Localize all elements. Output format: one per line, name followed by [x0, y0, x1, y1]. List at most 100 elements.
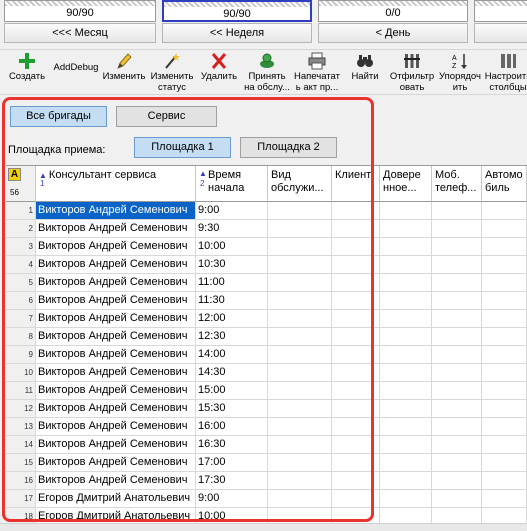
- grid-cell[interactable]: [380, 310, 432, 328]
- grid-cell[interactable]: [432, 256, 482, 274]
- grid-cell[interactable]: [332, 238, 380, 256]
- sort-button[interactable]: AZ Упорядоч ить: [438, 52, 482, 94]
- grid-cell[interactable]: [332, 382, 380, 400]
- grid-cell[interactable]: [380, 436, 432, 454]
- grid-cell[interactable]: [482, 364, 527, 382]
- grid-cell[interactable]: [432, 436, 482, 454]
- consultant-cell[interactable]: Викторов Андрей Семенович: [36, 382, 196, 400]
- start-time-cell[interactable]: 10:00: [196, 238, 268, 256]
- consultant-cell[interactable]: Викторов Андрей Семенович: [36, 238, 196, 256]
- grid-cell[interactable]: [380, 274, 432, 292]
- grid-cell[interactable]: [432, 292, 482, 310]
- grid-cell[interactable]: [380, 202, 432, 220]
- grid-cell[interactable]: [380, 454, 432, 472]
- grid-cell[interactable]: [268, 292, 332, 310]
- grid-cell[interactable]: [268, 472, 332, 490]
- grid-cell[interactable]: [332, 256, 380, 274]
- start-time-cell[interactable]: 12:00: [196, 310, 268, 328]
- grid-cell[interactable]: [268, 328, 332, 346]
- table-row[interactable]: 2 Викторов Андрей Семенович 9:30: [6, 220, 527, 238]
- consultant-cell[interactable]: Викторов Андрей Семенович: [36, 364, 196, 382]
- consultant-cell[interactable]: Викторов Андрей Семенович: [36, 274, 196, 292]
- grid-cell[interactable]: [482, 418, 527, 436]
- edit-button[interactable]: Изменить: [102, 52, 146, 94]
- grid-cell[interactable]: [432, 274, 482, 292]
- grid-cell[interactable]: [380, 238, 432, 256]
- consultant-cell[interactable]: Викторов Андрей Семенович: [36, 292, 196, 310]
- consultant-cell[interactable]: Викторов Андрей Семенович: [36, 418, 196, 436]
- grid-cell[interactable]: [268, 202, 332, 220]
- grid-cell[interactable]: [482, 472, 527, 490]
- add-debug-button[interactable]: AddDebug: [50, 52, 102, 94]
- grid-cell[interactable]: [482, 490, 527, 508]
- grid-cell[interactable]: [482, 274, 527, 292]
- grid-cell[interactable]: [268, 400, 332, 418]
- grid-cell[interactable]: [432, 310, 482, 328]
- consultant-cell[interactable]: Егоров Дмитрий Анатольевич: [36, 490, 196, 508]
- grid-cell[interactable]: [332, 292, 380, 310]
- grid-cell[interactable]: [380, 292, 432, 310]
- grid-cell[interactable]: [332, 364, 380, 382]
- column-header-consultant[interactable]: ▲ Консультант сервиса 1: [36, 166, 196, 202]
- grid-cell[interactable]: [380, 364, 432, 382]
- prev-day-button[interactable]: < День: [318, 23, 468, 43]
- delete-button[interactable]: Удалить: [198, 52, 240, 94]
- grid-cell[interactable]: [380, 418, 432, 436]
- grid-cell[interactable]: [332, 454, 380, 472]
- accept-service-button[interactable]: Принять на обслу...: [242, 52, 292, 94]
- filter-button[interactable]: Отфильтр овать: [388, 52, 436, 94]
- grid-cell[interactable]: [482, 238, 527, 256]
- table-row[interactable]: 4 Викторов Андрей Семенович 10:30: [6, 256, 527, 274]
- grid-cell[interactable]: [332, 274, 380, 292]
- table-row[interactable]: 17 Егоров Дмитрий Анатольевич 9:00: [6, 490, 527, 508]
- consultant-cell[interactable]: Викторов Андрей Семенович: [36, 454, 196, 472]
- grid-cell[interactable]: [432, 346, 482, 364]
- grid-cell[interactable]: [482, 346, 527, 364]
- grid-cell[interactable]: [268, 382, 332, 400]
- table-row[interactable]: 7 Викторов Андрей Семенович 12:00: [6, 310, 527, 328]
- grid-cell[interactable]: [380, 490, 432, 508]
- grid-cell[interactable]: [482, 202, 527, 220]
- prev-month-button[interactable]: <<< Месяц: [4, 23, 156, 43]
- platform-2-button[interactable]: Площадка 2: [240, 137, 337, 158]
- start-time-cell[interactable]: 11:30: [196, 292, 268, 310]
- grid-cell[interactable]: [482, 436, 527, 454]
- grid-cell[interactable]: [332, 490, 380, 508]
- nav-extra-button[interactable]: [474, 23, 527, 43]
- grid-cell[interactable]: [332, 472, 380, 490]
- start-time-cell[interactable]: 9:00: [196, 202, 268, 220]
- grid-cell[interactable]: [268, 436, 332, 454]
- change-status-button[interactable]: Изменить статус: [148, 52, 196, 94]
- tab-all-brigades[interactable]: Все бригады: [10, 106, 107, 127]
- start-time-cell[interactable]: 10:30: [196, 256, 268, 274]
- table-row[interactable]: 5 Викторов Андрей Семенович 11:00: [6, 274, 527, 292]
- horizontal-scrollbar[interactable]: [0, 523, 527, 531]
- grid-cell[interactable]: [482, 454, 527, 472]
- start-time-cell[interactable]: 11:00: [196, 274, 268, 292]
- column-header-start-time[interactable]: Время начала ▲ 2: [196, 166, 268, 202]
- grid-cell[interactable]: [432, 364, 482, 382]
- grid-cell[interactable]: [432, 328, 482, 346]
- column-header-trusted[interactable]: Довере нное...: [380, 166, 432, 202]
- start-time-cell[interactable]: 17:30: [196, 472, 268, 490]
- table-row[interactable]: 3 Викторов Андрей Семенович 10:00: [6, 238, 527, 256]
- grid-cell[interactable]: [380, 220, 432, 238]
- table-row[interactable]: 6 Викторов Андрей Семенович 11:30: [6, 292, 527, 310]
- find-button[interactable]: Найти: [344, 52, 386, 94]
- configure-columns-button[interactable]: Настроить столбцы: [484, 52, 527, 94]
- start-time-cell[interactable]: 9:30: [196, 220, 268, 238]
- print-act-button[interactable]: Напечатат ь акт пр...: [292, 52, 342, 94]
- tab-service[interactable]: Сервис: [116, 106, 217, 127]
- grid-cell[interactable]: [268, 238, 332, 256]
- start-time-cell[interactable]: 9:00: [196, 490, 268, 508]
- grid-cell[interactable]: [482, 256, 527, 274]
- platform-1-button[interactable]: Площадка 1: [134, 137, 231, 158]
- grid-cell[interactable]: [432, 202, 482, 220]
- table-row[interactable]: 12 Викторов Андрей Семенович 15:30: [6, 400, 527, 418]
- grid-cell[interactable]: [380, 472, 432, 490]
- grid-cell[interactable]: [268, 310, 332, 328]
- grid-cell[interactable]: [332, 418, 380, 436]
- grid-cell[interactable]: [332, 328, 380, 346]
- start-time-cell[interactable]: 16:00: [196, 418, 268, 436]
- grid-cell[interactable]: [268, 454, 332, 472]
